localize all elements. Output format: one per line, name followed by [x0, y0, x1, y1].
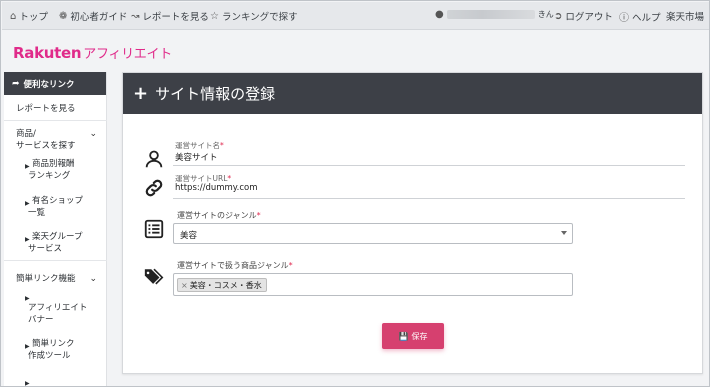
- top-bar: ⌂ トップ ❁ 初心者ガイド ↝ レポートを見る ☆ ランキングで探す ● きん…: [2, 2, 709, 30]
- nav-report-label: レポートを見る: [142, 12, 209, 23]
- sidebar-item-label: 商品/: [16, 129, 36, 139]
- tag-label: 美容・コスメ・香水: [189, 280, 262, 290]
- user-icon: [145, 150, 163, 168]
- nav-ranking-label: ランキングで探す: [221, 12, 298, 23]
- genre-select-value: 美容: [180, 231, 198, 241]
- nav-guide-label: 初心者ガイド: [70, 12, 128, 23]
- nav-beginner-guide[interactable]: ❁ 初心者ガイド: [59, 9, 128, 24]
- required-mark: *: [288, 261, 293, 270]
- logout-icon: ➲: [554, 10, 563, 22]
- user-icon: ●: [435, 9, 444, 20]
- genre-select[interactable]: 美容: [173, 223, 573, 244]
- sidebar-item-label: アフィリエイト: [28, 303, 88, 313]
- site-url-label-text: 運営サイトURL: [175, 174, 228, 183]
- sidebar-item-label: 簡単リンク: [32, 339, 75, 349]
- caret-right-icon: ▶: [25, 380, 30, 387]
- product-genre-label: 運営サイトで扱う商品ジャンル*: [177, 260, 293, 271]
- list-icon: [144, 219, 164, 239]
- sidebar-item-label: 有名ショップ: [32, 196, 84, 206]
- tags-icon: [144, 268, 164, 285]
- masked-username: [446, 10, 535, 19]
- nav-help[interactable]: ⓘ ヘルプ: [619, 9, 661, 25]
- logo-sub: アフィリエイト: [83, 47, 172, 62]
- sidebar-item-label-2: 作成ツール: [28, 351, 71, 361]
- sidebar-item-label-2: バナー: [28, 315, 54, 325]
- nav-home-label: トップ: [19, 12, 48, 23]
- panel-header: + サイト情報の登録: [123, 73, 702, 114]
- required-mark: *: [220, 141, 224, 150]
- save-button[interactable]: 💾 保存: [382, 323, 444, 349]
- site-url-input[interactable]: https://dummy.com: [175, 183, 258, 193]
- selected-tag: × 美容・コスメ・香水: [177, 278, 267, 292]
- nav-market-label: 楽天市場: [666, 12, 705, 23]
- panel-body: 運営サイト名* 美容サイト 運営サイトURL* https://dummy.co…: [123, 114, 702, 373]
- share-icon: ➦: [12, 78, 20, 89]
- nav-logout[interactable]: ➲ ログアウト: [554, 9, 613, 24]
- sidebar-item-label: レポートを見る: [16, 104, 76, 114]
- sidebar: ➦ 便利なリンク レポートを見る 商品/ サービスを探す ⌄ ▶ 商品別報酬 ラ…: [4, 72, 107, 387]
- product-genre-multiselect[interactable]: × 美容・コスメ・香水: [173, 273, 573, 296]
- nav-home[interactable]: ⌂ トップ: [10, 9, 48, 24]
- chevron-down-icon: ⌄: [89, 274, 97, 284]
- site-url-underline: [173, 198, 685, 199]
- sidebar-item-label-2: 一覧: [28, 208, 46, 218]
- tag-remove-icon[interactable]: ×: [181, 281, 188, 290]
- nav-logout-label: ログアウト: [565, 12, 613, 23]
- user-suffix: きん: [537, 10, 554, 19]
- nav-help-label: ヘルプ: [632, 12, 661, 24]
- site-registration-panel: + サイト情報の登録 運営サイト名* 美容サイト 運営サイトURL* https: [122, 72, 703, 374]
- site-name-underline: [173, 165, 685, 166]
- sidebar-header: ➦ 便利なリンク: [4, 72, 106, 95]
- nav-rakuten-market[interactable]: 楽天市場: [666, 9, 704, 23]
- nav-report[interactable]: ↝ レポートを見る: [131, 9, 209, 24]
- sidebar-item-label-2: ランキング: [28, 171, 71, 181]
- product-genre-label-text: 運営サイトで扱う商品ジャンル: [177, 261, 289, 270]
- required-mark: *: [227, 174, 232, 183]
- save-icon: 💾: [398, 331, 409, 341]
- sidebar-header-label: 便利なリンク: [23, 79, 75, 90]
- logo-brand: Rakuten: [13, 44, 82, 62]
- nav-ranking[interactable]: ☆ ランキングで探す: [210, 9, 298, 24]
- genre-label-text: 運営サイトのジャンル: [177, 211, 257, 220]
- save-button-label: 保存: [411, 331, 428, 341]
- genre-label: 運営サイトのジャンル*: [177, 210, 261, 221]
- sidebar-item-label: 簡単リンク機能: [16, 274, 76, 284]
- plus-icon: +: [133, 82, 149, 104]
- required-mark: *: [256, 211, 261, 220]
- site-name-input[interactable]: 美容サイト: [175, 151, 218, 163]
- star-icon: ☆: [210, 10, 219, 22]
- sidebar-item-label: 商品別報酬: [32, 159, 75, 169]
- app-frame: ⌂ トップ ❁ 初心者ガイド ↝ レポートを見る ☆ ランキングで探す ● きん…: [0, 0, 710, 387]
- dropdown-caret-icon: [561, 231, 567, 235]
- chevron-down-icon: ⌄: [89, 129, 97, 139]
- rakuten-affiliate-logo[interactable]: Rakuten アフィリエイト: [13, 43, 172, 62]
- sidebar-divider: [4, 260, 107, 261]
- leaf-icon: ❁: [59, 10, 68, 22]
- chart-icon: ↝: [131, 10, 140, 22]
- sidebar-item-label: 楽天グループ: [32, 232, 83, 242]
- page-title: サイト情報の登録: [155, 85, 276, 103]
- user-account[interactable]: ● きん: [435, 9, 554, 20]
- link-icon: [145, 179, 163, 197]
- sidebar-item-label-2: サービスを探す: [16, 141, 76, 151]
- site-name-label-text: 運営サイト名: [175, 141, 220, 150]
- home-icon: ⌂: [10, 10, 17, 22]
- site-name-label: 運営サイト名*: [175, 140, 224, 151]
- sidebar-divider: [4, 120, 107, 121]
- help-icon: ⓘ: [619, 13, 629, 24]
- sidebar-item-label-2: サービス: [28, 244, 63, 254]
